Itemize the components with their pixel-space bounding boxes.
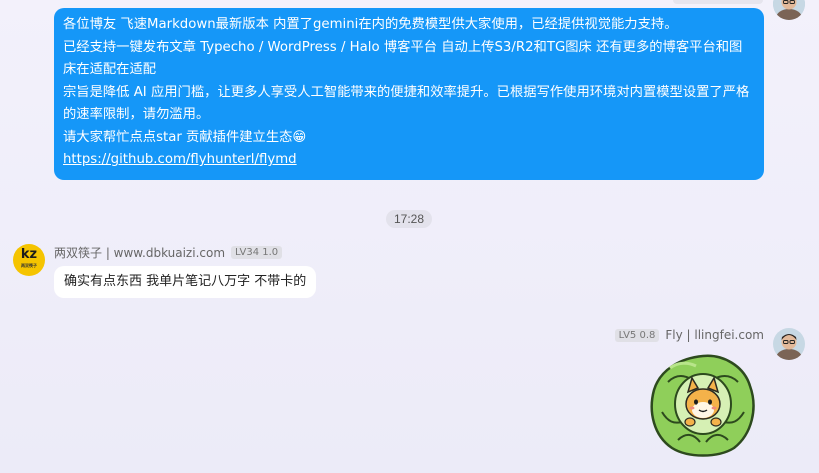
scrollbar[interactable]	[815, 0, 819, 473]
avatar-self-top[interactable]	[773, 0, 805, 20]
github-link[interactable]: https://github.com/flyhunterl/flymd	[63, 152, 297, 167]
outgoing-sender-line: LV5 0.8 Fly | llingfei.com	[614, 328, 764, 342]
message-bubble-incoming[interactable]: 确实有点东西 我单片笔记八万字 不带卡的	[54, 266, 317, 298]
announcement-line-4: 请大家帮忙点点star 贡献插件建立生态😁	[63, 129, 307, 145]
avatar-self-bottom[interactable]	[773, 328, 805, 360]
announcement-line-3: 宗旨是降低 AI 应用门槛，让更多人享受人工智能带来的便捷和效率提升。已根据写作…	[63, 84, 750, 123]
cabbage-sticker-icon[interactable]	[648, 352, 758, 457]
avatar-kz[interactable]: kz 两双筷子	[13, 244, 45, 276]
person-avatar-icon	[773, 328, 805, 360]
timestamp-divider: 17:28	[386, 210, 433, 228]
incoming-sender-name[interactable]: 两双筷子 | www.dbkuaizi.com	[54, 244, 225, 261]
cut-off-sender-line	[673, 0, 763, 4]
announcement-line-2: 已经支持一键发布文章 Typecho / WordPress / Halo 博客…	[63, 39, 743, 78]
incoming-sender-line: 两双筷子 | www.dbkuaizi.com LV34 1.0	[54, 244, 283, 261]
person-avatar-icon	[773, 0, 805, 20]
outgoing-sender-name[interactable]: Fly | llingfei.com	[665, 328, 764, 342]
chat-window: 各位博友 飞速Markdown最新版本 内置了gemini在内的免费模型供大家使…	[0, 0, 819, 473]
outgoing-level-badge: LV5 0.8	[614, 328, 660, 342]
kz-logo-icon: kz 两双筷子	[20, 247, 38, 268]
incoming-level-badge: LV34 1.0	[231, 246, 283, 259]
message-bubble-announcement[interactable]: 各位博友 飞速Markdown最新版本 内置了gemini在内的免费模型供大家使…	[54, 8, 764, 180]
announcement-line-1: 各位博友 飞速Markdown最新版本 内置了gemini在内的免费模型供大家使…	[63, 17, 678, 32]
